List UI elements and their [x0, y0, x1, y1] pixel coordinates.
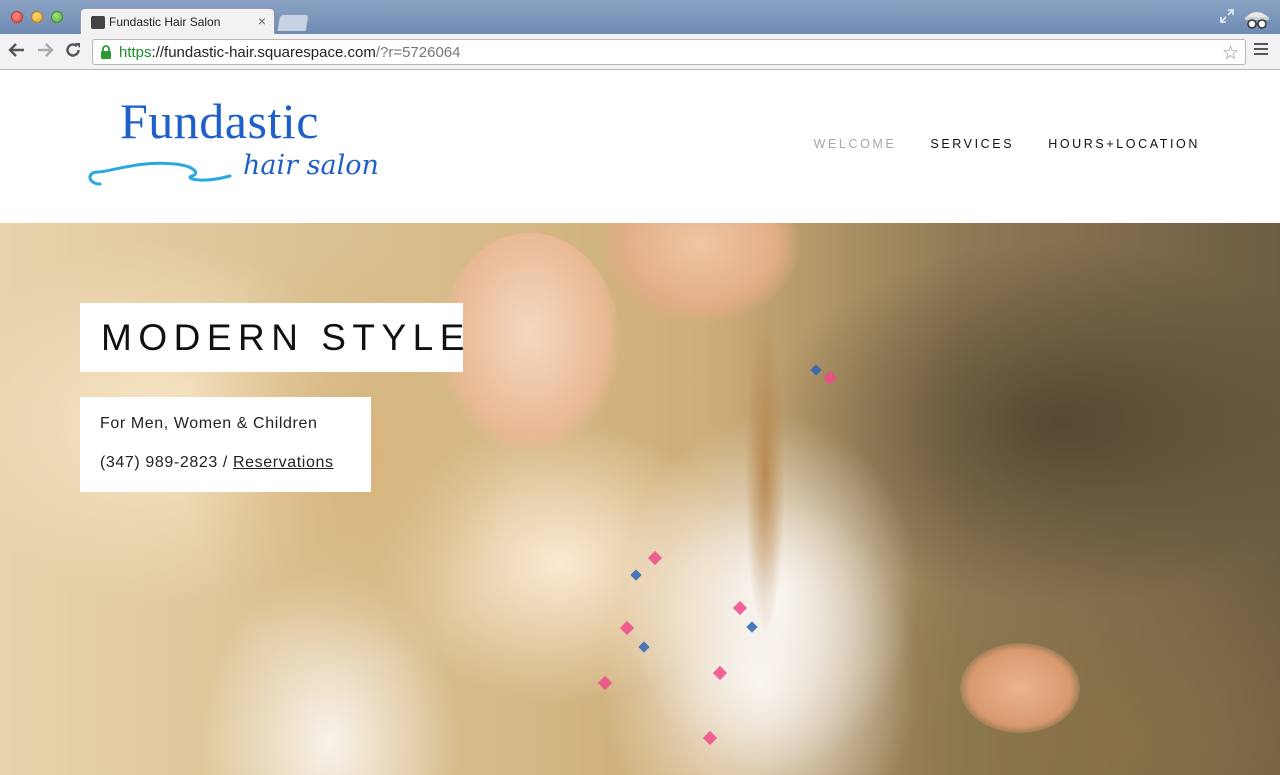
- reservations-link[interactable]: Reservations: [233, 454, 334, 471]
- tab-close-icon[interactable]: ×: [258, 13, 266, 29]
- hamburger-menu-icon[interactable]: [1254, 43, 1268, 57]
- address-bar[interactable]: https://fundastic-hair.squarespace.com/?…: [92, 39, 1246, 65]
- url-host: ://fundastic-hair.squarespace.com: [151, 44, 376, 61]
- url-scheme: https: [119, 44, 152, 61]
- nav-welcome[interactable]: WELCOME: [814, 137, 897, 151]
- hero-title: MODERN STYLE: [101, 317, 471, 358]
- browser-toolbar: https://fundastic-hair.squarespace.com/?…: [0, 34, 1280, 70]
- hero-contact-line: (347) 989-2823 / Reservations: [100, 454, 334, 472]
- fullscreen-icon[interactable]: [1219, 8, 1235, 24]
- nav-hours-location[interactable]: HOURS+LOCATION: [1048, 137, 1200, 151]
- hero-separator: /: [217, 454, 233, 471]
- favicon-icon: [91, 16, 105, 29]
- window-minimize-button[interactable]: [31, 11, 43, 23]
- lock-icon: [100, 45, 112, 59]
- reload-icon[interactable]: [63, 41, 83, 61]
- tab-title: Fundastic Hair Salon: [109, 15, 221, 29]
- logo-main-text: Fundastic: [120, 93, 319, 149]
- logo-swoosh: [88, 161, 232, 186]
- hero-title-box: MODERN STYLE: [80, 303, 464, 372]
- site-logo[interactable]: Fundastic hair salon: [80, 90, 410, 195]
- incognito-icon: [1242, 5, 1272, 31]
- url-path: /?r=5726064: [375, 44, 461, 61]
- new-tab-button[interactable]: [276, 14, 310, 31]
- logo-sub-text: hair salon: [243, 150, 379, 181]
- browser-tab[interactable]: Fundastic Hair Salon ×: [80, 8, 275, 35]
- main-nav: WELCOME SERVICES HOURS+LOCATION: [814, 137, 1200, 151]
- window-maximize-button[interactable]: [51, 11, 63, 23]
- site-header: Fundastic hair salon WELCOME SERVICES HO…: [0, 70, 1280, 223]
- hero-info-box: For Men, Women & Children (347) 989-2823…: [80, 397, 371, 492]
- back-arrow-icon[interactable]: [7, 41, 27, 61]
- forward-arrow-icon[interactable]: [35, 41, 55, 61]
- hero-phone[interactable]: (347) 989-2823: [100, 454, 218, 471]
- hero-banner: MODERN STYLE For Men, Women & Children (…: [0, 223, 1280, 775]
- hero-tagline: For Men, Women & Children: [100, 415, 318, 432]
- url-text: https://fundastic-hair.squarespace.com/?…: [119, 44, 461, 61]
- nav-services[interactable]: SERVICES: [930, 137, 1014, 151]
- hero-photo-hand: [960, 643, 1080, 733]
- bookmark-star-icon[interactable]: ☆: [1222, 42, 1239, 65]
- browser-tab-bar: Fundastic Hair Salon ×: [0, 0, 1280, 35]
- hero-photo-braid: [740, 263, 790, 683]
- window-close-button[interactable]: [11, 11, 23, 23]
